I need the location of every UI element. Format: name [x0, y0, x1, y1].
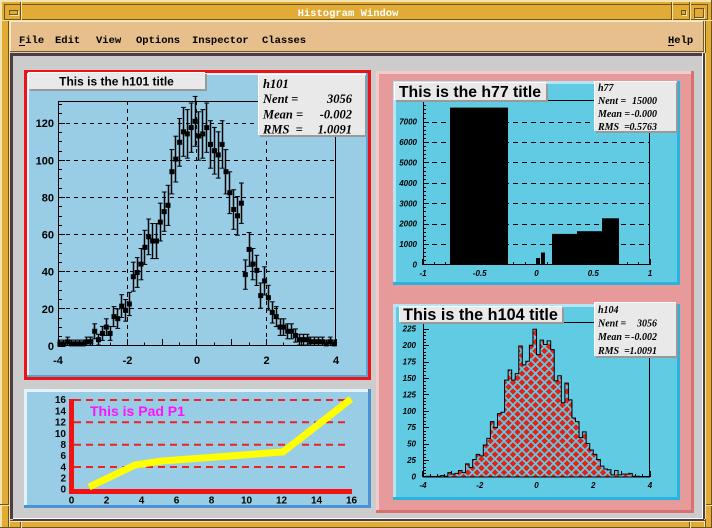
svg-text:Options: Options — [136, 35, 180, 47]
svg-text:1: 1 — [648, 269, 653, 278]
svg-text:Classes: Classes — [262, 35, 306, 47]
svg-text:14: 14 — [55, 406, 67, 417]
svg-text:2: 2 — [590, 481, 596, 490]
svg-text:2: 2 — [60, 473, 66, 484]
svg-text:150: 150 — [403, 374, 417, 383]
svg-text:0: 0 — [413, 261, 418, 270]
svg-text:2000: 2000 — [398, 220, 417, 229]
svg-text:1000: 1000 — [399, 240, 417, 249]
svg-text:1.0091: 1.0091 — [630, 346, 658, 357]
svg-text:1.0091: 1.0091 — [318, 123, 352, 137]
svg-text:-1: -1 — [419, 269, 427, 278]
svg-text:16: 16 — [346, 496, 358, 507]
svg-text:6: 6 — [174, 496, 180, 507]
svg-text:20: 20 — [42, 304, 54, 316]
svg-text:Histogram Window: Histogram Window — [298, 8, 400, 20]
svg-text:h101: h101 — [263, 77, 289, 91]
svg-text:0.5763: 0.5763 — [630, 122, 658, 133]
svg-text:0.5: 0.5 — [588, 269, 600, 278]
svg-text:Mean =: Mean = — [597, 332, 633, 343]
svg-text:10: 10 — [55, 429, 67, 440]
svg-text:Mean =: Mean = — [597, 109, 633, 120]
svg-text:-0.002: -0.002 — [320, 107, 352, 121]
svg-text:3056: 3056 — [636, 319, 657, 330]
svg-text:0: 0 — [534, 269, 539, 278]
svg-text:-2: -2 — [123, 355, 133, 367]
svg-text:Edit: Edit — [55, 35, 80, 47]
svg-text:4: 4 — [647, 481, 653, 490]
svg-text:RMS =: RMS = — [597, 346, 632, 357]
svg-text:75: 75 — [407, 423, 416, 432]
svg-text:0: 0 — [60, 485, 66, 496]
svg-text:-0.000: -0.000 — [631, 109, 657, 120]
svg-text:15000: 15000 — [632, 96, 657, 107]
svg-text:80: 80 — [42, 192, 54, 204]
svg-text:40: 40 — [42, 267, 54, 279]
svg-text:8: 8 — [209, 496, 215, 507]
svg-text:3000: 3000 — [399, 199, 417, 208]
svg-text:16: 16 — [55, 395, 67, 406]
svg-text:Nent =: Nent = — [597, 96, 629, 107]
svg-text:12: 12 — [55, 418, 67, 429]
svg-text:This is the h104 title: This is the h104 title — [403, 306, 558, 324]
svg-text:8: 8 — [60, 440, 66, 451]
svg-text:14: 14 — [311, 496, 323, 507]
svg-text:h104: h104 — [598, 305, 619, 316]
svg-text:0: 0 — [69, 496, 75, 507]
svg-text:5000: 5000 — [399, 158, 417, 167]
svg-text:h77: h77 — [598, 83, 615, 94]
svg-text:-4: -4 — [419, 481, 427, 490]
svg-text:This is Pad P1: This is Pad P1 — [90, 403, 185, 419]
svg-text:0: 0 — [48, 341, 54, 353]
svg-text:4: 4 — [139, 496, 145, 507]
svg-text:0: 0 — [412, 473, 417, 482]
svg-text:3056: 3056 — [326, 92, 353, 106]
svg-text:175: 175 — [403, 358, 417, 367]
svg-text:50: 50 — [407, 440, 416, 449]
svg-text:-4: -4 — [53, 355, 64, 367]
svg-text:This is the h101 title: This is the h101 title — [59, 75, 174, 89]
svg-text:-0.002: -0.002 — [631, 332, 657, 343]
svg-text:12: 12 — [276, 496, 288, 507]
svg-text:225: 225 — [402, 325, 417, 334]
svg-text:RMS =: RMS = — [597, 122, 632, 133]
svg-text:0: 0 — [534, 481, 539, 490]
svg-text:2: 2 — [263, 355, 269, 367]
svg-text:6000: 6000 — [399, 138, 417, 147]
svg-text:4: 4 — [60, 462, 66, 473]
svg-text:120: 120 — [36, 118, 54, 130]
svg-text:-0.5: -0.5 — [473, 269, 487, 278]
svg-text:Nent =: Nent = — [262, 92, 301, 106]
svg-text:25: 25 — [406, 456, 416, 465]
svg-text:10: 10 — [241, 496, 253, 507]
svg-text:6: 6 — [60, 451, 66, 462]
svg-text:100: 100 — [36, 155, 54, 167]
svg-text:This is the h77 title: This is the h77 title — [399, 84, 541, 101]
svg-text:0: 0 — [194, 355, 200, 367]
svg-text:200: 200 — [402, 341, 417, 350]
svg-text:View: View — [96, 35, 122, 47]
svg-text:2: 2 — [104, 496, 110, 507]
svg-text:-2: -2 — [476, 481, 484, 490]
svg-text:4: 4 — [333, 355, 340, 367]
svg-text:60: 60 — [42, 230, 54, 242]
svg-text:4000: 4000 — [398, 179, 417, 188]
svg-text:RMS =: RMS = — [262, 123, 306, 137]
svg-text:Inspector: Inspector — [192, 35, 249, 47]
svg-text:Nent =: Nent = — [597, 319, 629, 330]
svg-text:Mean =: Mean = — [262, 107, 306, 121]
svg-text:125: 125 — [403, 390, 417, 399]
svg-text:7000: 7000 — [399, 118, 417, 127]
svg-text:100: 100 — [403, 407, 417, 416]
